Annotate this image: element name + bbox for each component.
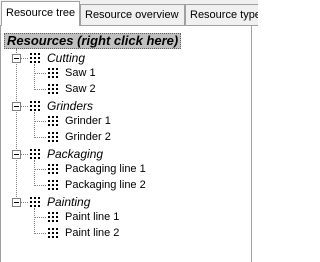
grid-icon <box>48 132 58 142</box>
grid-icon <box>30 53 40 63</box>
tree-item-packaging-line-1[interactable]: Packaging line 1 <box>65 161 146 177</box>
tree-line-main <box>16 49 17 203</box>
collapse-cutting-icon[interactable] <box>12 54 21 63</box>
tree-line <box>34 208 35 234</box>
grid-icon <box>48 68 58 78</box>
tree-root-resources[interactable]: Resources (right click here) <box>4 33 182 49</box>
tree-group-cutting[interactable]: Cutting <box>47 50 85 66</box>
tree-group-grinders[interactable]: Grinders <box>47 98 93 114</box>
tree-item-packaging-line-2[interactable]: Packaging line 2 <box>65 177 146 193</box>
tree-line <box>34 233 46 234</box>
tree-item-grinder-1[interactable]: Grinder 1 <box>65 113 111 129</box>
grid-icon <box>48 84 58 94</box>
grid-icon <box>48 164 58 174</box>
collapse-packaging-icon[interactable] <box>12 150 21 159</box>
tab-resource-overview[interactable]: Resource overview <box>80 4 185 25</box>
resource-panel: Resource overview Resource type Resource… <box>0 0 258 262</box>
grid-icon <box>48 212 58 222</box>
tree-item-paint-line-2[interactable]: Paint line 2 <box>65 225 119 241</box>
tree-line <box>34 137 46 138</box>
tree-line <box>34 160 35 186</box>
grid-icon <box>30 149 40 159</box>
tree-line <box>34 73 46 74</box>
tree-line <box>34 64 35 90</box>
grid-icon <box>48 180 58 190</box>
tree-line <box>34 121 46 122</box>
tree-group-packaging[interactable]: Packaging <box>47 146 103 162</box>
tree-line <box>34 185 46 186</box>
grid-icon <box>48 228 58 238</box>
grid-icon <box>48 116 58 126</box>
tree-line <box>34 169 46 170</box>
tree-group-painting[interactable]: Painting <box>47 194 90 210</box>
grid-icon <box>30 197 40 207</box>
tab-resource-type[interactable]: Resource type <box>185 4 258 25</box>
collapse-grinders-icon[interactable] <box>12 102 21 111</box>
tree-item-paint-line-1[interactable]: Paint line 1 <box>65 209 119 225</box>
tree-item-saw-2[interactable]: Saw 2 <box>65 81 96 97</box>
grid-icon <box>30 101 40 111</box>
tab-resource-tree[interactable]: Resource tree <box>1 1 80 26</box>
tab-strip: Resource overview Resource type Resource… <box>0 0 258 26</box>
tree-line <box>34 112 35 138</box>
tree-item-grinder-2[interactable]: Grinder 2 <box>65 129 111 145</box>
tree-line <box>34 217 46 218</box>
tree-line <box>34 89 46 90</box>
tree-item-saw-1[interactable]: Saw 1 <box>65 65 96 81</box>
collapse-painting-icon[interactable] <box>12 198 21 207</box>
